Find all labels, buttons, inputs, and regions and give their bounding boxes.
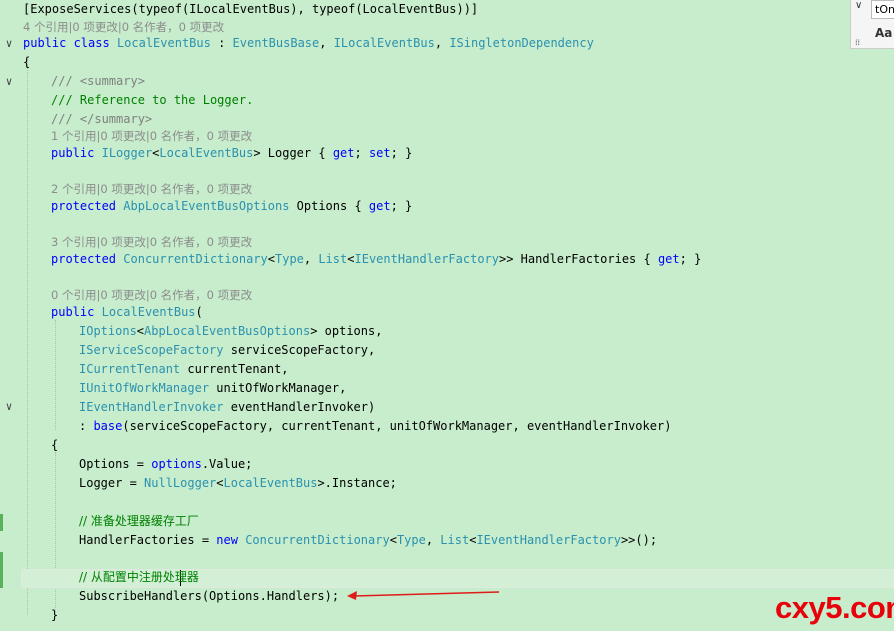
more-options-icon[interactable]: ⁞⁞: [855, 38, 860, 47]
code-line-options-assign: Options = options.Value;: [79, 457, 253, 471]
match-case-toggle[interactable]: Aa: [875, 26, 892, 40]
annotation-arrow: [347, 591, 500, 600]
change-indicator: [0, 552, 3, 588]
code-line-class-declaration: public class LocalEventBus : EventBusBas…: [23, 36, 594, 50]
code-line-logger-property: public ILogger<LocalEventBus> Logger { g…: [51, 146, 413, 160]
fold-ctor-toggle-icon[interactable]: ∨: [3, 401, 15, 413]
fold-class-toggle-icon[interactable]: ∨: [3, 38, 15, 50]
code-line-attribute: [ExposeServices(typeof(ILocalEventBus), …: [23, 2, 479, 16]
codelens-logger[interactable]: 1 个引用|0 项更改|0 名作者，0 项更改: [51, 127, 252, 145]
code-line-param-uow: IUnitOfWorkManager unitOfWorkManager,: [79, 381, 347, 395]
indent-guide: [55, 320, 56, 430]
code-line-summary-text: /// Reference to the Logger.: [51, 93, 254, 107]
code-editor[interactable]: ∨ ∨ ∨ [ExposeServices(typeof(ILocalEvent…: [0, 0, 894, 631]
codelens-options[interactable]: 2 个引用|0 项更改|0 名作者，0 项更改: [51, 180, 252, 198]
code-line-ctor-open: {: [51, 438, 59, 452]
indent-guide: [55, 452, 56, 612]
code-line-ctor-close: }: [51, 608, 59, 622]
code-line-factories-assign: HandlerFactories = new ConcurrentDiction…: [79, 533, 658, 547]
find-widget[interactable]: ∨ tOn Aa ⁞⁞: [850, 0, 894, 49]
code-line-comment-cache: // 准备处理器缓存工厂: [79, 514, 199, 528]
code-line-ctor-declaration: public LocalEventBus(: [51, 305, 203, 319]
fold-summary-toggle-icon[interactable]: ∨: [3, 76, 15, 88]
codelens-constructor[interactable]: 0 个引用|0 项更改|0 名作者，0 项更改: [51, 286, 252, 304]
code-line-param-tenant: ICurrentTenant currentTenant,: [79, 362, 289, 376]
code-line-summary-open: /// <summary>: [51, 74, 145, 88]
codelens-handlers[interactable]: 3 个引用|0 项更改|0 名作者，0 项更改: [51, 233, 252, 251]
code-line-options-property: protected AbpLocalEventBusOptions Option…: [51, 199, 413, 213]
code-line-param-options: IOptions<AbpLocalEventBusOptions> option…: [79, 324, 383, 338]
code-line-param-invoker: IEventHandlerInvoker eventHandlerInvoker…: [79, 400, 376, 414]
indent-guide: [27, 60, 28, 615]
code-line-comment-register: // 从配置中注册处理器: [79, 570, 199, 584]
code-line-handlers-property: protected ConcurrentDictionary<Type, Lis…: [51, 252, 702, 266]
editor-gutter: [0, 0, 18, 631]
code-line-base-call: : base(serviceScopeFactory, currentTenan…: [79, 419, 672, 433]
code-line-brace: {: [23, 55, 31, 69]
code-line-subscribe-call: SubscribeHandlers(Options.Handlers);: [79, 589, 340, 603]
code-line-logger-assign: Logger = NullLogger<LocalEventBus>.Insta…: [79, 476, 397, 490]
watermark: cxy5.com: [775, 590, 894, 625]
chevron-down-icon[interactable]: ∨: [855, 0, 862, 11]
find-input[interactable]: tOn: [871, 0, 894, 19]
code-line-param-scope-factory: IServiceScopeFactory serviceScopeFactory…: [79, 343, 376, 357]
change-indicator: [0, 514, 3, 531]
